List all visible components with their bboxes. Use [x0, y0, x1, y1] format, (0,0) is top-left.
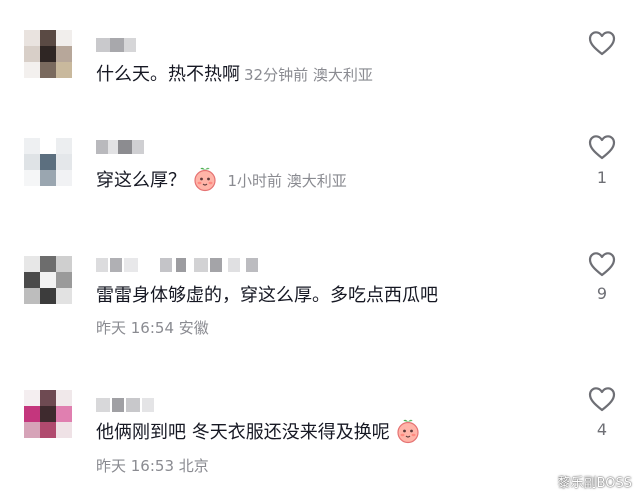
- like-count: 9: [596, 284, 608, 303]
- watermark-text: 黎乐副BOSS: [557, 476, 632, 491]
- heart-icon: [588, 387, 616, 412]
- comment-list: 什么天。热不热啊 32分钟前 澳大利亚 穿这么厚？ 1小时前 澳大利亚 1 雷雷…: [0, 0, 640, 495]
- comment-location: 安徽: [178, 319, 209, 337]
- comment-text: 什么天。热不热啊: [96, 64, 240, 85]
- like-button[interactable]: [582, 386, 622, 412]
- comment-body: 穿这么厚？ 1小时前 澳大利亚: [96, 166, 347, 194]
- heart-icon: [588, 31, 616, 56]
- like-button[interactable]: [582, 30, 622, 56]
- comment-location: 澳大利亚: [286, 172, 347, 190]
- username-blurred[interactable]: [96, 140, 156, 154]
- comment-body: 他俩刚到吧 冬天衣服还没来得及换呢: [96, 418, 421, 446]
- comment-time: 1小时前 澳大利亚: [227, 172, 347, 190]
- weibo-icon: [538, 476, 555, 490]
- comment-meta: 昨天 16:53 北京: [96, 456, 209, 476]
- username-blurred[interactable]: [96, 38, 156, 52]
- comment-text: 雷雷身体够虚的，穿这么厚。多吃点西瓜吧: [96, 285, 438, 306]
- like-count: 4: [596, 420, 608, 439]
- username-blurred[interactable]: [96, 258, 266, 272]
- comment-text: 他俩刚到吧 冬天衣服还没来得及换呢: [96, 422, 390, 443]
- like-count: 1: [596, 168, 608, 187]
- like-button[interactable]: [582, 134, 622, 160]
- watermark: 黎乐副BOSS: [538, 472, 632, 491]
- comment-time: 32分钟前 澳大利亚: [244, 66, 373, 84]
- comment-text: 穿这么厚？: [96, 170, 186, 191]
- username-blurred[interactable]: [96, 398, 166, 412]
- comment-body: 什么天。热不热啊 32分钟前 澳大利亚: [96, 62, 373, 88]
- heart-icon: [588, 252, 616, 277]
- comment-location: 澳大利亚: [312, 66, 373, 84]
- peach-face-emoji: [194, 167, 216, 192]
- comment-time: 昨天 16:54: [96, 319, 174, 337]
- comment-meta: 昨天 16:54 安徽: [96, 318, 209, 338]
- avatar[interactable]: [24, 138, 72, 186]
- like-button[interactable]: [582, 251, 622, 277]
- peach-face-emoji: [397, 419, 420, 444]
- avatar[interactable]: [24, 390, 72, 438]
- comment-time: 昨天 16:53: [96, 457, 174, 475]
- comment-body: 雷雷身体够虚的，穿这么厚。多吃点西瓜吧: [96, 283, 438, 309]
- comment-location: 北京: [178, 457, 209, 475]
- avatar[interactable]: [24, 30, 72, 78]
- heart-icon: [588, 135, 616, 160]
- avatar[interactable]: [24, 256, 72, 304]
